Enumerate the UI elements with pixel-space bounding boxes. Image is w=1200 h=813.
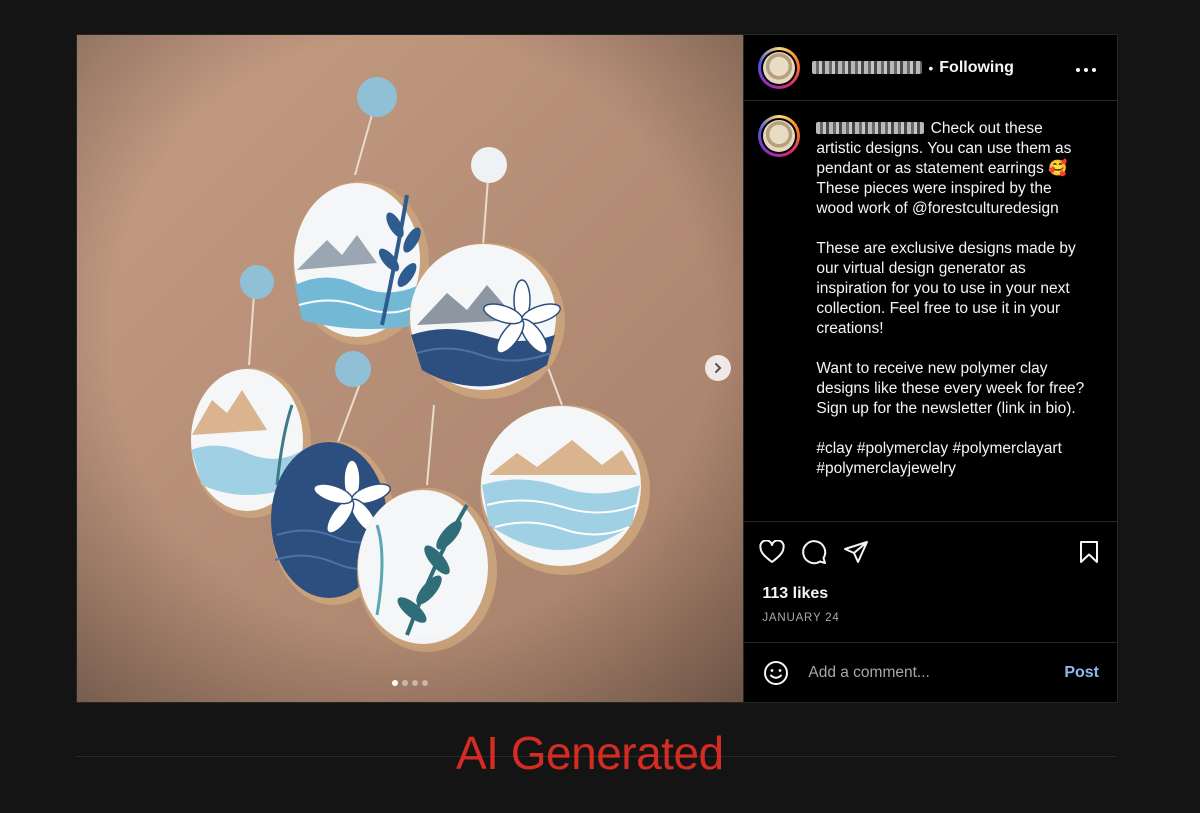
carousel-dot — [402, 680, 409, 686]
post-image[interactable] — [77, 35, 744, 702]
following-button[interactable]: Following — [939, 59, 1014, 77]
save-button[interactable] — [1075, 538, 1103, 566]
bookmark-icon — [1080, 541, 1098, 563]
post-header: • Following — [744, 35, 1117, 101]
profile-picture — [763, 120, 796, 152]
more-horizontal-icon — [1076, 68, 1096, 72]
carousel-dot — [412, 680, 419, 686]
comment-icon — [802, 540, 827, 565]
post-date: JANUARY 24 — [762, 612, 840, 624]
like-count[interactable]: 113 likes — [744, 582, 1117, 606]
more-options-button[interactable] — [1075, 56, 1103, 79]
separator-dot: • — [928, 59, 934, 76]
caption-section: Check out these artistic designs. You ca… — [744, 101, 1117, 522]
comment-button[interactable] — [800, 538, 828, 566]
carousel-indicator — [77, 680, 743, 686]
post-comment-button[interactable]: Post — [1064, 664, 1099, 682]
caption-body: Check out these artistic designs. You ca… — [816, 120, 1085, 477]
comment-bar: Post — [744, 642, 1117, 702]
send-icon — [844, 541, 869, 563]
ai-generated-label: AI Generated — [456, 727, 724, 779]
chevron-right-icon — [715, 363, 722, 373]
caption-avatar[interactable] — [758, 115, 801, 157]
post-sidebar: • Following Check out these artistic des… — [743, 35, 1117, 702]
action-bar — [744, 522, 1117, 582]
carousel-dot — [422, 680, 429, 686]
instagram-post: • Following Check out these artistic des… — [76, 34, 1118, 703]
profile-picture — [763, 51, 796, 84]
comment-input[interactable] — [806, 662, 1065, 683]
clay-pendants-photo — [77, 35, 744, 702]
username-blurred[interactable] — [816, 122, 925, 134]
carousel-dot — [392, 680, 399, 686]
username-blurred[interactable] — [812, 61, 923, 74]
share-button[interactable] — [842, 538, 870, 566]
emoji-button[interactable] — [762, 659, 790, 687]
avatar[interactable] — [758, 46, 801, 89]
caption-text: Check out these artistic designs. You ca… — [816, 119, 1084, 507]
smiley-icon — [764, 660, 789, 685]
next-slide-button[interactable] — [705, 355, 731, 381]
like-button[interactable] — [758, 538, 786, 566]
heart-icon — [759, 540, 785, 563]
